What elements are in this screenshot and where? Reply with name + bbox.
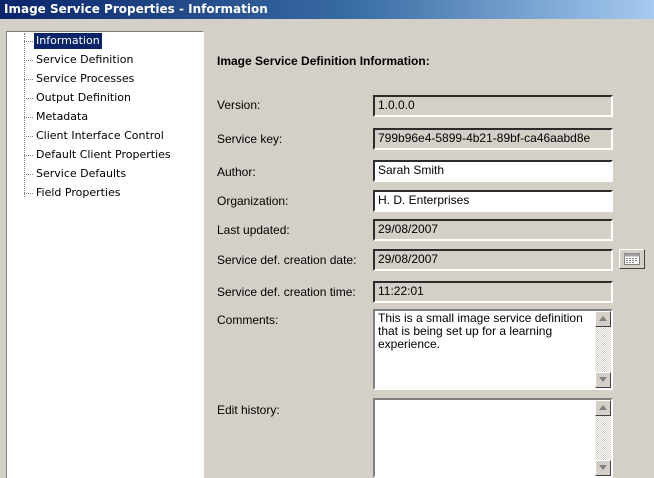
- tree-item-label: Information: [33, 32, 103, 50]
- window-title: Image Service Properties - Information: [4, 2, 268, 16]
- tree-item-label: Client Interface Control: [36, 129, 164, 142]
- edit-history-scrollbar[interactable]: [595, 400, 611, 476]
- tree-item-label: Field Properties: [36, 186, 121, 199]
- comments-scrollbar[interactable]: [595, 311, 611, 388]
- creation-date-label: Service def. creation date:: [217, 253, 357, 267]
- author-field[interactable]: Sarah Smith: [373, 160, 613, 182]
- tree-item-label: Metadata: [36, 110, 89, 123]
- scroll-up-button[interactable]: [595, 311, 611, 327]
- tree-item-label: Service Processes: [36, 72, 135, 85]
- creation-time-field[interactable]: 11:22:01: [373, 281, 613, 303]
- service-key-label: Service key:: [217, 132, 283, 146]
- version-label: Version:: [217, 98, 261, 112]
- last-updated-label: Last updated:: [217, 223, 290, 237]
- tree-connector-line: [24, 33, 25, 197]
- scroll-up-button[interactable]: [595, 400, 611, 416]
- creation-time-label: Service def. creation time:: [217, 285, 356, 299]
- calendar-button[interactable]: [619, 249, 645, 269]
- tree-item-label: Default Client Properties: [36, 148, 171, 161]
- edit-history-label: Edit history:: [217, 403, 280, 417]
- version-field[interactable]: 1.0.0.0: [373, 95, 613, 117]
- window-title-bar: Image Service Properties - Information: [0, 0, 654, 19]
- organization-field[interactable]: H. D. Enterprises: [373, 190, 613, 212]
- edit-history-textarea[interactable]: [373, 398, 613, 478]
- property-tree[interactable]: Information Service Definition Service P…: [6, 31, 204, 478]
- scroll-down-button[interactable]: [595, 460, 611, 476]
- tree-item-label: Output Definition: [36, 91, 131, 104]
- service-key-field[interactable]: 799b96e4-5899-4b21-89bf-ca46aabd8e: [373, 128, 613, 150]
- creation-date-field[interactable]: 29/08/2007: [373, 249, 613, 271]
- organization-label: Organization:: [217, 194, 289, 208]
- section-heading: Image Service Definition Information:: [217, 54, 430, 68]
- comments-label: Comments:: [217, 313, 279, 327]
- author-label: Author:: [217, 165, 256, 179]
- tree-item-label: Service Defaults: [36, 167, 127, 180]
- comments-text: This is a small image service definition…: [378, 311, 587, 351]
- tree-item-label: Service Definition: [36, 53, 134, 66]
- scroll-down-button[interactable]: [595, 372, 611, 388]
- comments-textarea[interactable]: This is a small image service definition…: [373, 309, 613, 390]
- last-updated-field[interactable]: 29/08/2007: [373, 219, 613, 241]
